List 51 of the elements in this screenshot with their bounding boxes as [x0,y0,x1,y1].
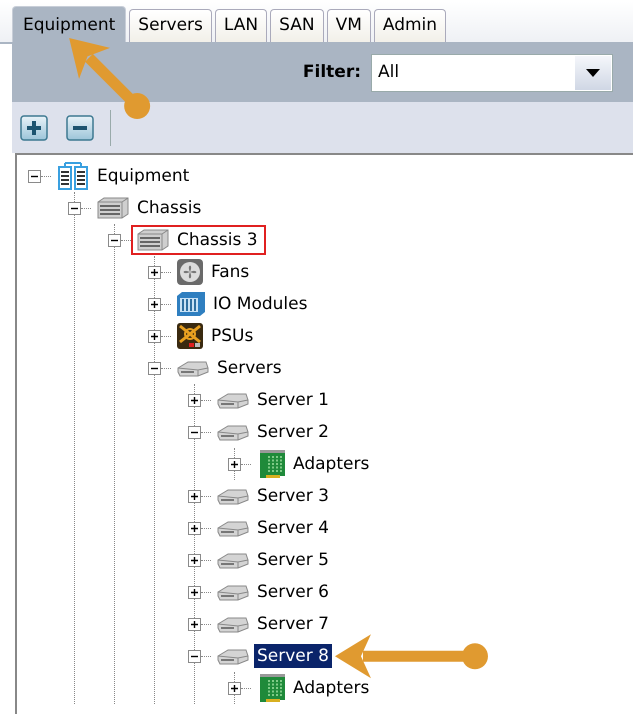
tab[interactable]: VM [326,9,371,42]
tab[interactable]: Admin [374,9,446,42]
collapse-toggle[interactable] [188,426,201,439]
expand-toggle[interactable] [148,330,161,343]
tree-node-label[interactable]: Adapters [290,452,372,476]
expand-all-button[interactable] [20,114,48,141]
tree-node-label[interactable]: IO Modules [210,292,310,316]
expand-toggle[interactable] [148,298,161,311]
collapse-toggle[interactable] [108,234,121,247]
tree-node-label[interactable]: Servers [214,356,285,380]
expand-toggle[interactable] [188,490,201,503]
collapse-toggle[interactable] [148,362,161,375]
expand-toggle[interactable] [188,618,201,631]
tree-node-label[interactable]: Server 1 [254,388,332,412]
collapse-toggle[interactable] [68,202,81,215]
expand-toggle[interactable] [188,394,201,407]
tree-node-label[interactable]: Server 2 [254,420,332,444]
tree-node-label[interactable]: Adapters [290,676,372,700]
expand-toggle[interactable] [228,682,241,695]
tree-node-label[interactable]: Server 6 [254,580,332,604]
tab[interactable]: Servers [129,9,212,42]
expand-toggle[interactable] [148,266,161,279]
io-module-icon [176,290,206,318]
tree-node-label[interactable]: Server 3 [254,484,332,508]
expand-toggle[interactable] [228,458,241,471]
tree-node-label[interactable]: Server 5 [254,548,332,572]
tree-node-label[interactable]: Server 8 [254,644,332,668]
tab[interactable]: Equipment [12,6,126,42]
caret-icon [586,68,600,77]
collapse-toggle[interactable] [28,170,41,183]
expand-toggle[interactable] [188,554,201,567]
expand-toggle[interactable] [188,586,201,599]
chassis-icon [96,196,130,220]
tree-node-label[interactable]: Server 7 [254,612,332,636]
fan-icon [176,258,204,286]
tree-node-label[interactable]: PSUs [208,324,256,348]
filter-dropdown[interactable]: All [371,54,613,92]
tab[interactable]: LAN [214,9,268,42]
tree-node-label[interactable]: Chassis 3 [174,228,261,252]
power-supply-icon [176,322,204,350]
equipment-icon [56,161,90,192]
collapse-all-button[interactable] [66,114,94,141]
chassis-icon [136,228,170,252]
expand-toggle[interactable] [188,522,201,535]
tree-node-label[interactable]: Server 4 [254,516,332,540]
tree-node-label[interactable]: Chassis [134,196,204,220]
tree-node-label[interactable]: Equipment [94,164,192,188]
filter-label: Filter: [302,61,361,84]
tree-node-label[interactable]: Fans [208,260,252,284]
tab[interactable]: SAN [270,9,324,42]
collapse-toggle[interactable] [188,650,201,663]
